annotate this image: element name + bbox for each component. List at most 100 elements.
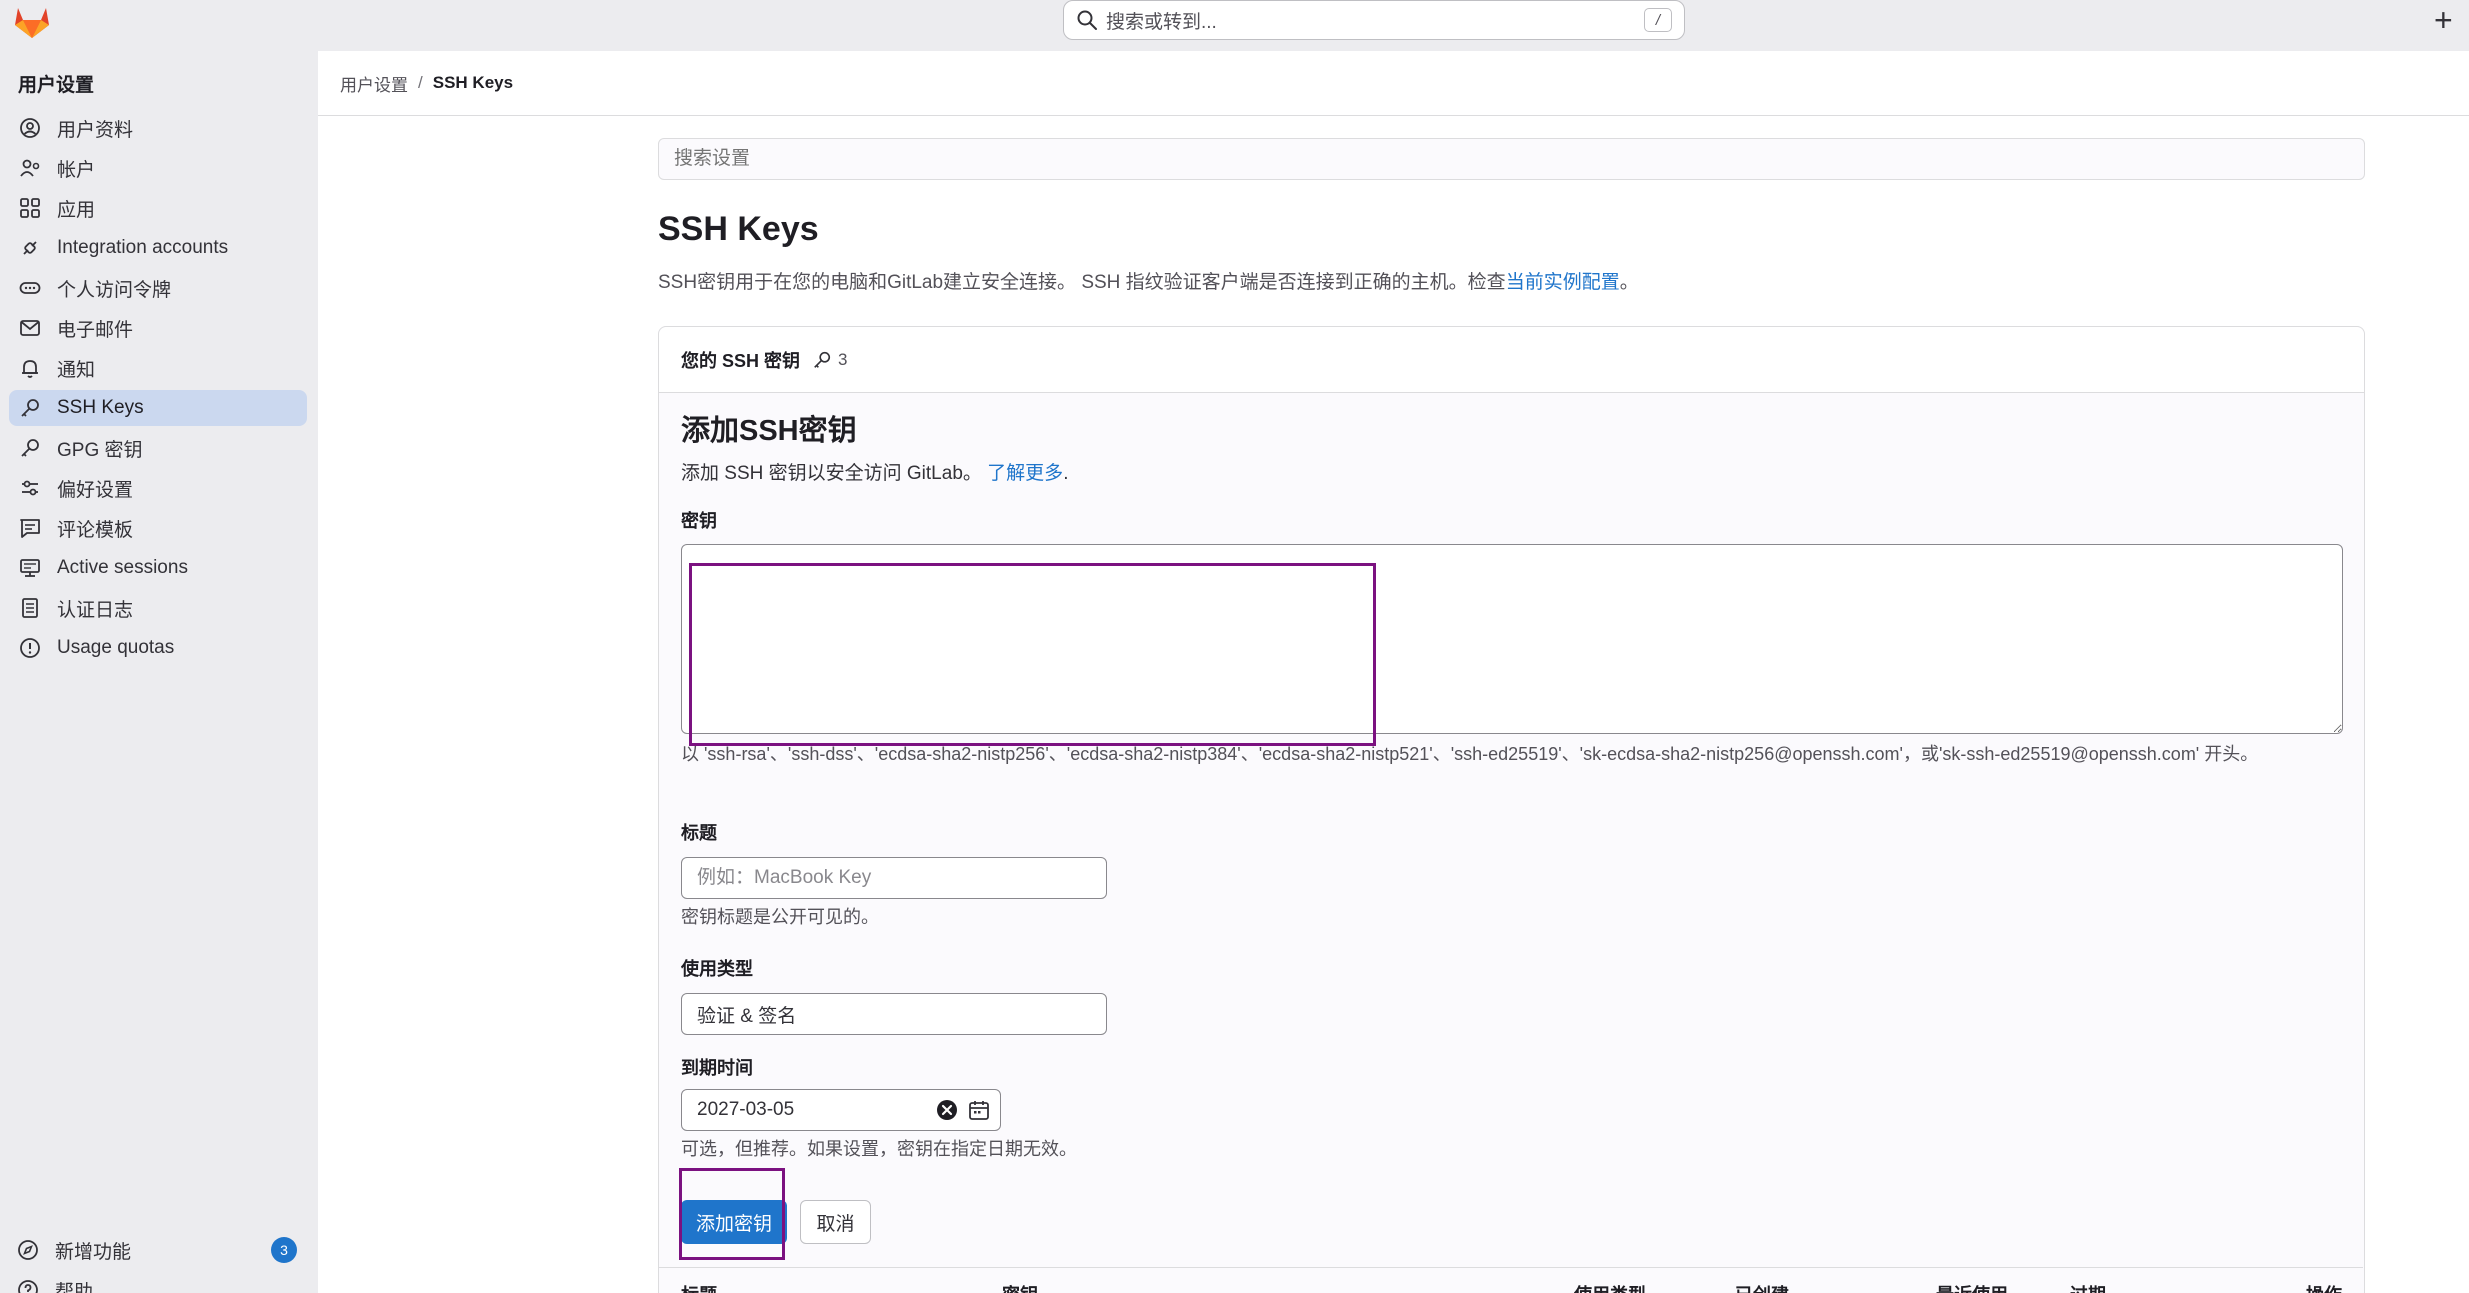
sidebar-title: 用户设置 — [18, 75, 95, 96]
table-header-title: 标题 — [681, 1281, 717, 1293]
sidebar-item-label: 电子邮件 — [57, 319, 134, 341]
sidebar-item-label: 帐户 — [57, 159, 96, 181]
expiration-label: 到期时间 — [681, 1058, 753, 1078]
sidebar-item-active-sessions[interactable]: Active sessions — [9, 550, 307, 586]
cancel-button[interactable]: 取消 — [800, 1200, 871, 1244]
table-header-expires: 过期 — [2070, 1281, 2106, 1293]
page-title: SSH Keys — [658, 210, 819, 248]
sidebar-item-integration-accounts[interactable]: Integration accounts — [9, 230, 307, 266]
breadcrumb-separator: / — [418, 73, 423, 92]
table-divider — [659, 1267, 2363, 1268]
help-icon — [18, 1280, 38, 1293]
sidebar-item-label: GPG 密钥 — [57, 439, 143, 461]
search-icon — [1077, 10, 1097, 30]
monitor-icon — [20, 559, 40, 577]
token-icon — [19, 282, 41, 294]
breadcrumb: 用户设置 / SSH Keys — [318, 51, 2469, 116]
preferences-icon — [22, 480, 38, 496]
expiration-date-value: 2027-03-05 — [697, 1099, 795, 1120]
new-item-button[interactable]: + — [2434, 4, 2453, 36]
expiration-help-text: 可选，但推荐。如果设置，密钥在指定日期无效。 — [681, 1139, 1077, 1159]
table-header-last-used: 最近使用 — [1936, 1281, 2008, 1293]
sidebar-item-label: 应用 — [57, 199, 96, 221]
table-header-usage-type: 使用类型 — [1574, 1281, 1646, 1293]
sidebar: 用户设置 用户资料 帐户 应用 Integration accounts 个人访… — [0, 51, 318, 1293]
title-label: 标题 — [681, 823, 717, 843]
sidebar-item-help[interactable]: 帮助 — [9, 1272, 307, 1293]
top-bar: 搜索或转到... / + — [0, 0, 2469, 51]
whats-new-label: 新增功能 — [55, 1241, 132, 1263]
comment-template-icon — [20, 519, 40, 538]
sidebar-bottom: 新增功能 3 帮助 — [9, 1232, 307, 1293]
add-key-button[interactable]: 添加密钥 — [681, 1200, 787, 1244]
profile-icon — [20, 118, 40, 138]
sidebar-item-label: 偏好设置 — [57, 479, 134, 501]
clear-icon[interactable] — [936, 1099, 958, 1121]
applications-icon — [20, 198, 40, 218]
settings-search-input[interactable] — [658, 138, 2365, 180]
usage-type-value: 验证 & 签名 — [697, 1005, 797, 1027]
calendar-icon[interactable] — [968, 1099, 990, 1121]
sidebar-item-comment-templates[interactable]: 评论模板 — [9, 510, 307, 546]
mail-icon — [20, 320, 40, 336]
sidebar-item-label: 用户资料 — [57, 119, 134, 141]
sidebar-item-emails[interactable]: 电子邮件 — [9, 310, 307, 346]
ssh-keys-card: 您的 SSH 密钥 3 添加SSH密钥 添加 SSH 密钥以安全访问 GitLa… — [658, 326, 2365, 1293]
global-search[interactable]: 搜索或转到... / — [1063, 0, 1685, 40]
sidebar-item-preferences[interactable]: 偏好设置 — [9, 470, 307, 506]
search-shortcut-key: / — [1644, 8, 1672, 32]
learn-more-end: . — [1063, 463, 1069, 484]
key-help-text: 以 'ssh-rsa'、'ssh-dss'、'ecdsa-sha2-nistp2… — [681, 744, 2259, 764]
log-icon — [22, 598, 38, 618]
sidebar-item-account[interactable]: 帐户 — [9, 150, 307, 186]
sidebar-item-label: 认证日志 — [57, 599, 134, 621]
key-label: 密钥 — [681, 511, 717, 531]
sidebar-item-label: 通知 — [57, 359, 96, 381]
title-input[interactable] — [681, 857, 1107, 899]
integrations-icon — [23, 241, 37, 255]
sidebar-item-gpg-keys[interactable]: GPG 密钥 — [9, 430, 307, 466]
usage-type-select[interactable]: 验证 & 签名 — [681, 993, 1107, 1035]
breadcrumb-current[interactable]: SSH Keys — [433, 73, 513, 93]
card-header: 您的 SSH 密钥 3 — [659, 327, 2364, 393]
sidebar-item-notifications[interactable]: 通知 — [9, 350, 307, 386]
key-icon — [814, 351, 831, 368]
breadcrumb-parent[interactable]: 用户设置 — [340, 71, 408, 96]
sidebar-nav: 用户资料 帐户 应用 Integration accounts 个人访问令牌 电… — [9, 110, 307, 670]
instance-config-link[interactable]: 当前实例配置 — [1506, 272, 1620, 293]
add-key-desc-text: 添加 SSH 密钥以安全访问 GitLab。 — [681, 463, 982, 484]
sidebar-item-label: 个人访问令牌 — [57, 279, 172, 301]
add-key-description: 添加 SSH 密钥以安全访问 GitLab。 了解更多. — [681, 458, 1068, 485]
sidebar-item-label: Active sessions — [57, 557, 188, 578]
table-header-created: 已创建 — [1735, 1281, 1789, 1293]
key-count: 3 — [838, 349, 848, 369]
sidebar-item-label: SSH Keys — [57, 397, 144, 418]
expiration-date-picker[interactable]: 2027-03-05 — [681, 1089, 1001, 1131]
sidebar-item-ssh-keys[interactable]: SSH Keys — [9, 390, 307, 426]
key-textarea[interactable] — [681, 544, 2343, 734]
sidebar-item-profile[interactable]: 用户资料 — [9, 110, 307, 146]
sidebar-item-auth-log[interactable]: 认证日志 — [9, 590, 307, 626]
description-end: 。 — [1619, 272, 1639, 293]
quota-icon — [20, 638, 40, 658]
gitlab-logo-icon[interactable] — [12, 4, 52, 40]
description-text: SSH密钥用于在您的电脑和GitLab建立安全连接。 SSH 指纹验证客户端是否… — [658, 272, 1506, 293]
sidebar-item-access-tokens[interactable]: 个人访问令牌 — [9, 270, 307, 306]
whats-new-count-badge: 3 — [271, 1237, 297, 1263]
add-key-title: 添加SSH密钥 — [681, 415, 857, 447]
sidebar-item-label: 评论模板 — [57, 519, 134, 541]
table-header-actions: 操作 — [2306, 1281, 2342, 1293]
page-description: SSH密钥用于在您的电脑和GitLab建立安全连接。 SSH 指纹验证客户端是否… — [658, 267, 1639, 294]
search-placeholder: 搜索或转到... — [1106, 11, 1217, 33]
help-label: 帮助 — [55, 1281, 94, 1293]
compass-icon — [18, 1240, 38, 1260]
account-icon — [20, 159, 40, 177]
sidebar-item-label: Usage quotas — [57, 637, 175, 658]
sidebar-item-usage-quotas[interactable]: Usage quotas — [9, 630, 307, 666]
sidebar-item-whats-new[interactable]: 新增功能 3 — [9, 1232, 307, 1268]
key-icon — [21, 399, 39, 417]
learn-more-link[interactable]: 了解更多 — [987, 463, 1063, 484]
sidebar-item-applications[interactable]: 应用 — [9, 190, 307, 226]
title-help-text: 密钥标题是公开可见的。 — [681, 907, 879, 927]
gpg-key-icon — [21, 439, 39, 457]
